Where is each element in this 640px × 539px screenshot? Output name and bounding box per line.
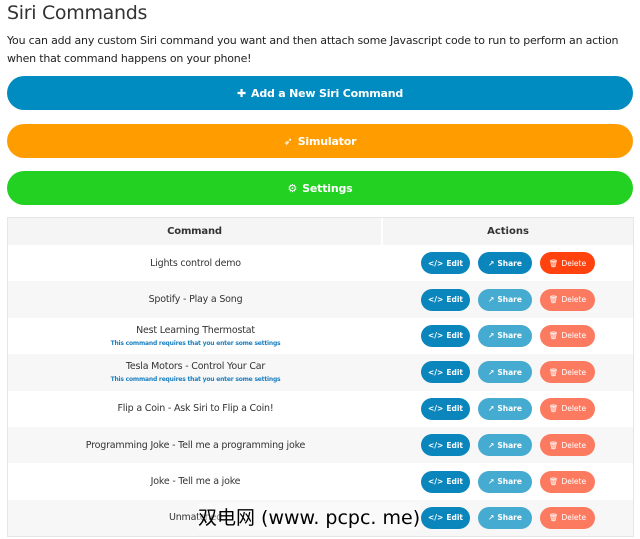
trash-icon: 🗑: [548, 331, 559, 341]
trash-icon: 🗑: [548, 367, 559, 377]
settings-button[interactable]: ⚙ Settings: [7, 171, 633, 205]
delete-button[interactable]: 🗑 Delete: [540, 470, 595, 493]
share-icon: ↗: [488, 258, 495, 268]
command-cell: Spotify - Play a Song: [8, 294, 383, 305]
add-command-button[interactable]: ✚ Add a New Siri Command: [7, 76, 633, 110]
share-icon: ↗: [488, 404, 495, 414]
trash-icon: 🗑: [548, 295, 559, 305]
settings-note[interactable]: This command requires that you enter som…: [8, 340, 383, 347]
edit-button[interactable]: </> Edit: [421, 434, 470, 457]
actions-cell: </> Edit ↗ Share 🗑 Delete: [383, 281, 633, 317]
trash-icon: 🗑: [548, 477, 559, 487]
trash-icon: 🗑: [548, 258, 559, 268]
edit-button[interactable]: </> Edit: [421, 397, 470, 420]
commands-table: Command Actions Lights control demo </> E…: [7, 217, 634, 538]
simulator-button[interactable]: ➶ Simulator: [7, 124, 633, 158]
command-name: Flip a Coin - Ask Siri to Flip a Coin!: [117, 403, 274, 415]
actions-cell: </> Edit ↗ Share 🗑 Delete: [383, 245, 633, 281]
header-actions: Actions: [487, 226, 529, 237]
table-row: Joke - Tell me a joke </> Edit ↗ Share 🗑 De…: [8, 463, 633, 499]
settings-note[interactable]: This command requires that you enter som…: [8, 376, 383, 383]
share-button[interactable]: ↗ Share: [478, 470, 532, 493]
command-name: Nest Learning Thermostat: [136, 324, 255, 336]
command-cell: Joke - Tell me a joke: [8, 476, 383, 487]
share-button[interactable]: ↗ Share: [478, 324, 532, 347]
command-cell: Flip a Coin - Ask Siri to Flip a Coin!: [8, 403, 383, 414]
actions-cell: </> Edit ↗ Share 🗑 Delete: [383, 318, 633, 354]
command-cell: Tesla Motors - Control Your Car This comm…: [8, 361, 383, 383]
table-row: Spotify - Play a Song </> Edit ↗ Share 🗑 De…: [8, 281, 633, 318]
command-name: Tesla Motors - Control Your Car: [125, 361, 266, 373]
trash-icon: 🗑: [548, 404, 559, 414]
code-icon: </>: [428, 367, 444, 377]
share-icon: ↗: [488, 367, 495, 377]
table-row: Tesla Motors - Control Your Car This comm…: [8, 354, 633, 391]
edit-button[interactable]: </> Edit: [421, 288, 470, 311]
edit-button[interactable]: </> Edit: [421, 361, 470, 384]
share-button[interactable]: ↗ Share: [478, 506, 532, 529]
edit-button[interactable]: </> Edit: [421, 252, 470, 275]
command-cell: Lights control demo: [8, 258, 383, 269]
actions-cell: </> Edit ↗ Share 🗑 Delete: [383, 463, 633, 499]
table-row: Flip a Coin - Ask Siri to Flip a Coin! <…: [8, 391, 633, 427]
table-row: Lights control demo </> Edit ↗ Share 🗑 Dele…: [8, 245, 633, 281]
edit-button[interactable]: </> Edit: [421, 470, 470, 493]
share-icon: ↗: [488, 477, 495, 487]
share-button[interactable]: ↗ Share: [478, 434, 532, 457]
trash-icon: 🗑: [548, 440, 559, 450]
page-title: Siri Commands: [7, 2, 148, 24]
code-icon: </>: [428, 477, 444, 487]
command-name: Joke - Tell me a joke: [150, 476, 241, 488]
code-icon: </>: [428, 513, 444, 523]
share-button[interactable]: ↗ Share: [478, 361, 532, 384]
edit-button[interactable]: </> Edit: [421, 324, 470, 347]
page-description: You can add any custom Siri command you …: [7, 34, 619, 65]
actions-cell: </> Edit ↗ Share 🗑 Delete: [383, 427, 633, 463]
delete-button[interactable]: 🗑 Delete: [540, 434, 595, 457]
code-icon: </>: [428, 295, 444, 305]
trash-icon: 🗑: [548, 513, 559, 523]
command-cell: Nest Learning Thermostat This command req…: [8, 325, 383, 347]
watermark: 双电网 (www. pcpc. me): [198, 503, 421, 530]
actions-cell: </> Edit ↗ Share 🗑 Delete: [383, 500, 633, 536]
gear-icon: ⚙: [287, 181, 298, 195]
delete-button[interactable]: 🗑 Delete: [540, 252, 595, 275]
edit-button[interactable]: </> Edit: [421, 506, 470, 529]
share-button[interactable]: ↗ Share: [478, 288, 532, 311]
delete-button[interactable]: 🗑 Delete: [540, 397, 595, 420]
command-cell: Programming Joke - Tell me a programming…: [8, 440, 383, 451]
command-name: Programming Joke - Tell me a programming…: [85, 439, 306, 451]
share-icon: ↗: [488, 440, 495, 450]
command-name: Spotify - Play a Song: [148, 294, 243, 306]
plus-icon: ✚: [236, 86, 246, 100]
delete-button[interactable]: 🗑 Delete: [540, 288, 595, 311]
table-row: Programming Joke - Tell me a programming…: [8, 426, 633, 464]
share-icon: ↗: [488, 331, 495, 341]
code-icon: </>: [428, 440, 444, 450]
table-header: Command Actions: [8, 218, 633, 245]
command-name: Lights control demo: [150, 257, 241, 269]
header-command: Command: [8, 218, 383, 245]
delete-button[interactable]: 🗑 Delete: [540, 506, 595, 529]
code-icon: </>: [428, 258, 444, 268]
share-icon: ↗: [488, 513, 495, 523]
code-icon: </>: [428, 404, 444, 414]
share-icon: ↗: [488, 295, 495, 305]
delete-button[interactable]: 🗑 Delete: [540, 324, 595, 347]
share-button[interactable]: ↗ Share: [478, 397, 532, 420]
code-icon: </>: [428, 331, 444, 341]
actions-cell: </> Edit ↗ Share 🗑 Delete: [383, 391, 633, 427]
rocket-icon: ➶: [283, 134, 293, 148]
table-row: Nest Learning Thermostat This command req…: [8, 318, 633, 354]
share-button[interactable]: ↗ Share: [478, 252, 532, 275]
delete-button[interactable]: 🗑 Delete: [540, 361, 595, 384]
actions-cell: </> Edit ↗ Share 🗑 Delete: [383, 354, 633, 390]
